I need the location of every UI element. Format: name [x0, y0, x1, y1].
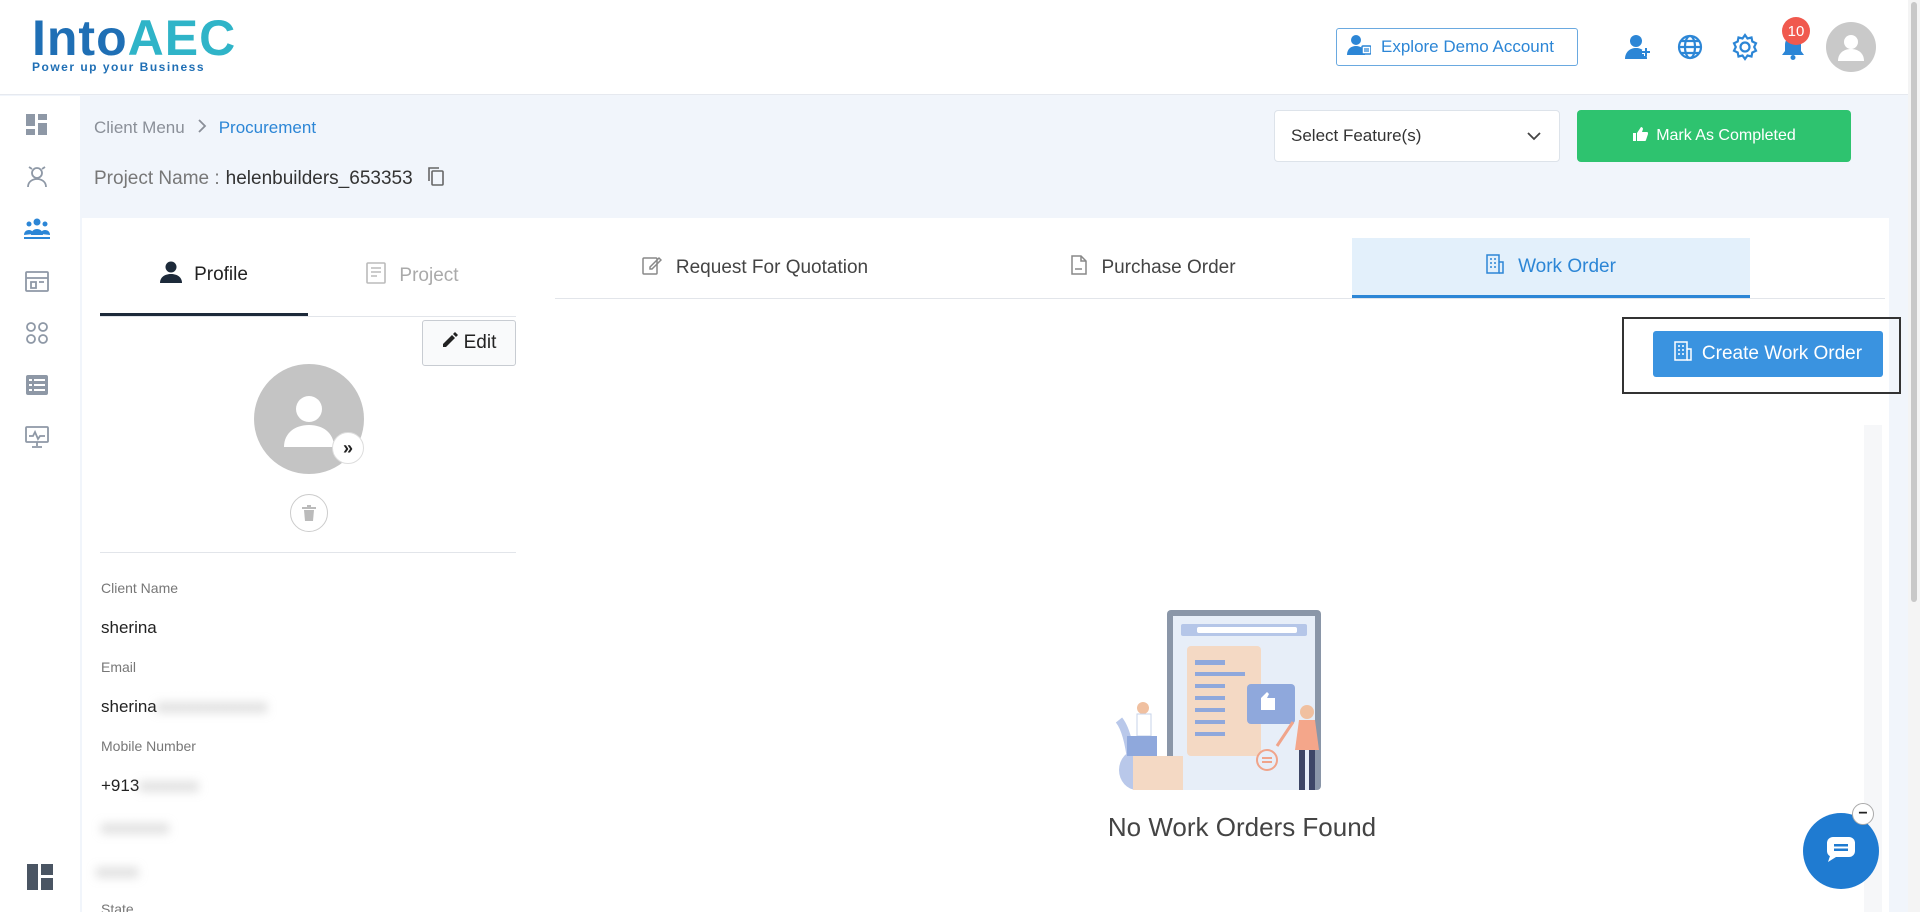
main-tab-divider [555, 298, 1885, 299]
feature-select-value: Select Feature(s) [1291, 126, 1422, 145]
procurement-panel: Request For Quotation Purchase Order Wor… [537, 218, 1901, 912]
intoaec-logo[interactable]: IntoAEC Power up your Business [32, 10, 236, 74]
work-order-icon [1674, 341, 1692, 367]
tab-project[interactable]: Project [308, 236, 516, 316]
email-label: Email [101, 659, 137, 675]
person-icon [160, 261, 183, 289]
feature-select-dropdown[interactable]: Select Feature(s) [1274, 110, 1560, 162]
chevron-down-icon [1527, 126, 1541, 146]
notification-count-badge: 10 [1782, 17, 1810, 45]
state-label: State [101, 901, 134, 912]
user-switch-icon [1347, 34, 1372, 61]
edit-label: Edit [463, 332, 497, 353]
page-scrollbar-thumb[interactable] [1911, 2, 1917, 602]
mobile-visible-part: +913 [101, 776, 140, 795]
chat-bubble-icon [1826, 836, 1856, 867]
team-icon[interactable] [24, 216, 50, 242]
add-user-icon[interactable] [1623, 32, 1653, 62]
project-name-label: Project Name : [94, 168, 220, 189]
double-chevron-right-icon[interactable]: » [332, 432, 364, 464]
globe-icon[interactable] [1675, 32, 1705, 62]
clients-icon[interactable] [24, 164, 50, 190]
modules-icon[interactable] [24, 320, 50, 346]
empty-state-illustration [1097, 610, 1357, 790]
profile-info-divider [100, 552, 516, 553]
tab-profile-label: Profile [194, 263, 248, 285]
tab-work-order-label: Work Order [1518, 255, 1616, 277]
mobile-number-value: +913xxxxxxx [101, 776, 199, 796]
redacted-row: xxxxx [96, 862, 139, 881]
tab-purchase-order[interactable]: Purchase Order [955, 238, 1352, 298]
logo-wordmark: IntoAEC [32, 10, 237, 66]
edit-profile-button[interactable]: Edit [422, 320, 516, 366]
chat-support-button[interactable] [1803, 813, 1879, 889]
breadcrumb-client-menu[interactable]: Client Menu [94, 118, 185, 138]
email-value: sherinaxxxxxxxxxxxxx [101, 697, 267, 717]
email-visible-part: sherina [101, 697, 157, 716]
tab-project-label: Project [399, 265, 459, 286]
breadcrumb: Client Menu Procurement [94, 118, 316, 138]
sidebar [0, 96, 80, 912]
document-icon [1071, 255, 1088, 281]
edit-document-icon [642, 255, 662, 281]
tab-rfq-label: Request For Quotation [675, 257, 869, 278]
tab-profile[interactable]: Profile [100, 236, 308, 316]
profile-tab-divider [100, 316, 516, 317]
thumb-up-icon [1632, 126, 1649, 147]
page-scrollbar[interactable] [1908, 0, 1920, 912]
store-icon[interactable] [24, 268, 50, 294]
email-redacted-part: xxxxxxxxxxxxx [156, 697, 268, 716]
pencil-icon [442, 332, 458, 354]
layout-icon[interactable] [27, 864, 53, 890]
building-icon [1486, 253, 1504, 280]
top-bar: IntoAEC Power up your Business Explore D… [0, 0, 1908, 95]
trash-icon[interactable] [290, 494, 328, 532]
explore-demo-label: Explore Demo Account [1381, 37, 1554, 56]
explore-demo-account-button[interactable]: Explore Demo Account [1336, 28, 1578, 66]
empty-state-message: No Work Orders Found [1107, 812, 1377, 842]
gear-icon[interactable] [1730, 32, 1760, 62]
client-name-value: sherina [101, 618, 157, 637]
client-profile-panel: Profile Project Edit » Client Name sheri… [82, 218, 537, 912]
project-name-value: helenbuilders_653353 [225, 168, 413, 189]
breadcrumb-procurement[interactable]: Procurement [219, 118, 316, 138]
copy-icon[interactable] [427, 166, 445, 192]
user-avatar-icon[interactable] [1826, 22, 1876, 72]
mobile-number-label: Mobile Number [101, 738, 196, 754]
create-work-order-button[interactable]: Create Work Order [1653, 331, 1883, 377]
mobile-redacted-part: xxxxxxx [139, 776, 199, 795]
monitor-icon[interactable] [24, 424, 50, 450]
mark-as-completed-label: Mark As Completed [1656, 127, 1796, 144]
mark-as-completed-button[interactable]: Mark As Completed [1577, 110, 1851, 162]
dashboard-icon[interactable] [24, 112, 50, 138]
create-work-order-label: Create Work Order [1701, 343, 1863, 364]
tab-work-order[interactable]: Work Order [1352, 238, 1750, 298]
chevron-right-icon [197, 118, 207, 138]
tab-request-for-quotation[interactable]: Request For Quotation [555, 238, 955, 298]
tab-purchase-order-label: Purchase Order [1101, 257, 1236, 278]
client-name-label: Client Name [101, 580, 179, 596]
project-name-row: Project Name : helenbuilders_653353 [94, 166, 445, 192]
list-icon[interactable] [24, 372, 50, 398]
chat-minimize-button[interactable]: − [1852, 803, 1874, 825]
project-document-icon [365, 261, 387, 291]
redacted-row: xxxxxxxx [101, 818, 169, 837]
